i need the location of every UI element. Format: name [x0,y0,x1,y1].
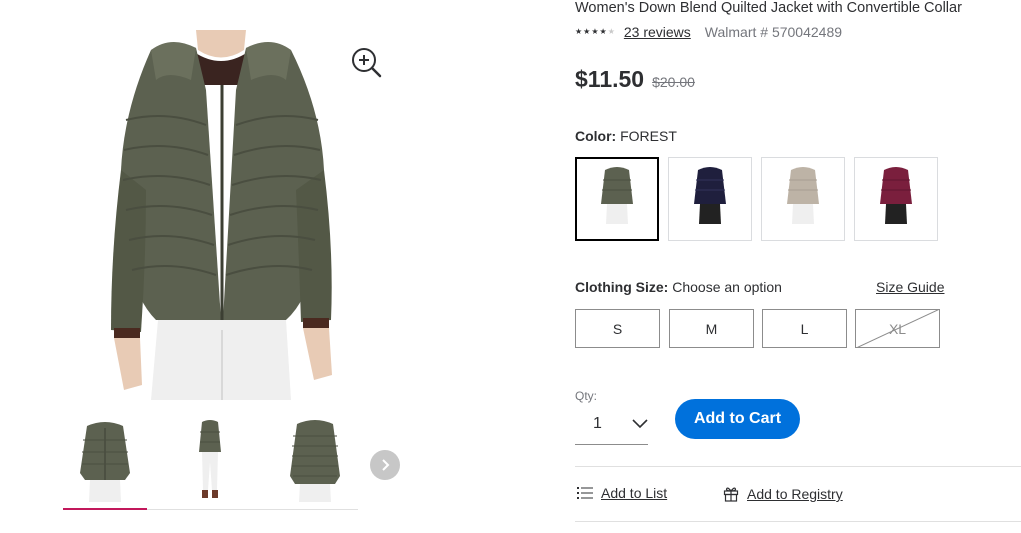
color-swatch-forest[interactable] [575,157,659,241]
add-to-list-link[interactable]: Add to List [577,485,667,501]
star-rating[interactable]: ★ ★ ★ ★ ★ [575,28,615,36]
thumbnail-1[interactable] [65,418,145,506]
size-label: Clothing Size: Choose an option [575,279,782,295]
quantity-label: Qty: [575,389,598,403]
size-button-l[interactable]: L [762,309,847,348]
star-icon: ★ [607,27,615,36]
swatch-jacket-forest [601,167,633,224]
reviews-link[interactable]: 23 reviews [624,24,691,40]
thumbnail-divider [147,509,358,510]
add-to-cart-button[interactable]: Add to Cart [675,399,800,439]
chevron-down-icon [632,418,648,428]
quantity-value: 1 [593,414,602,432]
star-icon: ★ [591,27,599,36]
divider [575,466,1021,467]
thumbnail-jacket-back [290,420,340,502]
swatch-jacket-navy [694,167,726,224]
product-title: Women's Down Blend Quilted Jacket with C… [575,0,962,16]
color-label-title: Color: [575,128,617,144]
list-icon [577,487,593,499]
color-swatch-navy[interactable] [668,157,752,241]
color-selected-value: FOREST [620,128,677,144]
size-label-title: Clothing Size: [575,279,669,295]
size-guide-link[interactable]: Size Guide [876,279,944,295]
unavailable-strike [856,310,939,347]
thumbnail-jacket-front [80,422,130,502]
thumbnail-3[interactable] [275,418,355,506]
swatch-jacket-burgundy [880,167,912,224]
size-button-s[interactable]: S [575,309,660,348]
add-to-registry-link[interactable]: Add to Registry [723,486,843,502]
price-row: $11.50 $20.00 [575,66,695,93]
jacket-image [111,30,332,400]
size-s-label: S [612,320,623,337]
chevron-right-icon[interactable] [370,450,400,480]
size-button-xl[interactable]: XL [855,309,940,348]
add-to-registry-label: Add to Registry [747,486,843,502]
size-m-label: M [705,320,718,337]
swatch-jacket-beige [787,167,819,224]
size-selected-value: Choose an option [672,279,782,295]
size-button-m[interactable]: M [669,309,754,348]
walmart-item-number: Walmart # 570042489 [704,24,843,40]
color-label: Color: FOREST [575,128,677,144]
thumbnail-2[interactable] [170,418,250,506]
current-price: $11.50 [575,66,645,92]
star-icon: ★ [583,27,591,36]
thumbnail-jacket-full-body [199,420,221,498]
color-swatch-burgundy[interactable] [854,157,938,241]
zoom-in-icon[interactable] [348,44,384,80]
active-thumbnail-indicator [63,508,147,510]
was-price: $20.00 [652,74,695,90]
main-product-image[interactable] [96,30,356,400]
star-icon: ★ [599,27,607,36]
star-icon: ★ [575,27,583,36]
size-l-label: L [800,320,809,337]
divider [575,521,1021,522]
add-to-list-label: Add to List [601,485,668,501]
quantity-select[interactable]: 1 [575,403,648,445]
gift-icon [723,487,739,502]
color-swatch-beige[interactable] [761,157,845,241]
rating-row: ★ ★ ★ ★ ★ 23 reviews Walmart # 570042489 [575,24,842,40]
